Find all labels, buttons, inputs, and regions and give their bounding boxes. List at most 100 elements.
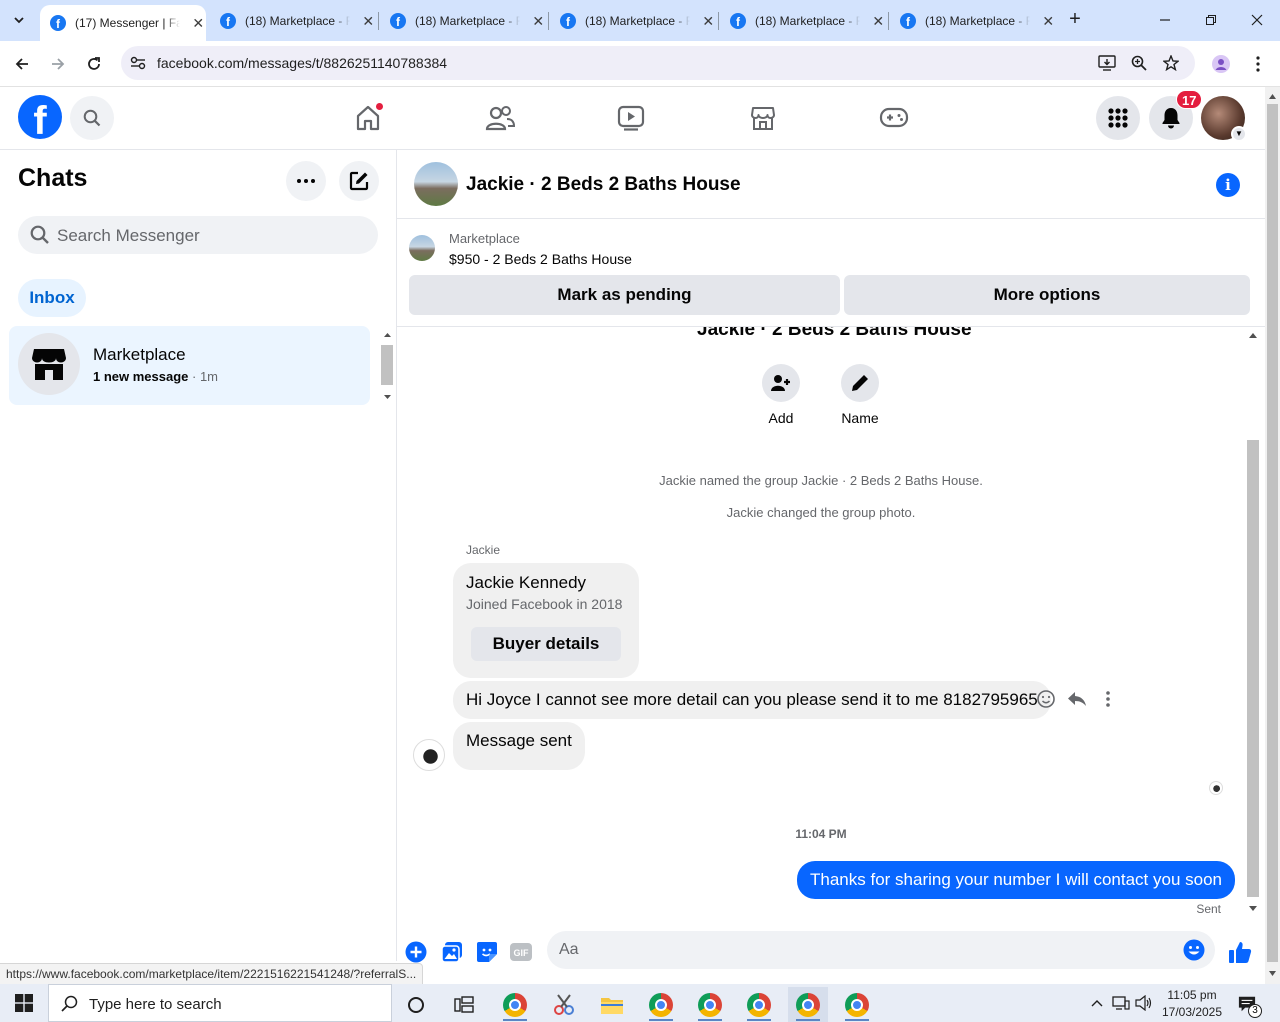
gaming-icon[interactable]: [874, 99, 914, 137]
thumbs-up-like-icon[interactable]: [1227, 939, 1253, 965]
browser-tab[interactable]: f (18) Marketplace - Facebook ✕: [550, 5, 716, 37]
thread-scrollbar[interactable]: [1245, 327, 1261, 918]
browser-menu-icon[interactable]: [1244, 50, 1272, 78]
tab-close-icon[interactable]: ✕: [190, 15, 206, 32]
gif-icon[interactable]: GIF: [510, 941, 532, 963]
sender-name: Jackie: [466, 543, 501, 557]
photo-gallery-icon[interactable]: [441, 941, 463, 963]
search-messenger-input[interactable]: Search Messenger: [18, 216, 378, 254]
chrome-profile-taskbar-icon[interactable]: [788, 987, 828, 1022]
name-label: Name: [841, 410, 879, 426]
listing-title[interactable]: $950 - 2 Beds 2 Baths House: [449, 251, 632, 267]
chrome-profile-taskbar-icon[interactable]: [690, 987, 730, 1022]
site-settings-icon[interactable]: [128, 54, 148, 72]
emoji-icon[interactable]: [1183, 939, 1205, 966]
chrome-profile-taskbar-icon[interactable]: [641, 987, 681, 1022]
notification-count-badge: 3: [1248, 1004, 1262, 1018]
message-thread: Jackie · 2 Beds 2 Baths House Add Name J…: [397, 327, 1265, 914]
reply-arrow-icon[interactable]: [1065, 687, 1089, 711]
chrome-profile-taskbar-icon[interactable]: [837, 987, 877, 1022]
page-scrollbar[interactable]: [1265, 87, 1280, 984]
search-icon[interactable]: [70, 96, 114, 140]
seen-by-avatar: [1209, 781, 1223, 795]
tab-close-icon[interactable]: ✕: [700, 13, 716, 30]
bookmark-star-icon[interactable]: [1161, 54, 1181, 72]
tab-close-icon[interactable]: ✕: [530, 13, 546, 30]
browser-tab[interactable]: f (18) Marketplace - Facebook ✕: [210, 5, 376, 37]
conversation-title[interactable]: Jackie · 2 Beds 2 Baths House: [466, 174, 741, 196]
close-window-icon[interactable]: [1237, 6, 1277, 34]
friends-icon[interactable]: [480, 99, 520, 137]
back-arrow-icon[interactable]: [8, 50, 36, 78]
browser-tab[interactable]: f (18) Marketplace - Facebook ✕: [890, 5, 1056, 37]
home-icon[interactable]: [348, 99, 388, 137]
clock-date[interactable]: 17/03/2025: [1160, 1005, 1224, 1019]
zoom-icon[interactable]: [1129, 54, 1149, 72]
tab-close-icon[interactable]: ✕: [360, 13, 376, 30]
clock-time[interactable]: 11:05 pm: [1160, 988, 1224, 1002]
home-notification-dot: [375, 102, 384, 111]
message-more-vertical-icon[interactable]: [1096, 687, 1120, 711]
menu-grid-icon[interactable]: [1096, 96, 1140, 140]
listing-source-label: Marketplace: [449, 231, 520, 246]
buyer-details-button[interactable]: Buyer details: [471, 627, 621, 661]
sender-avatar[interactable]: [413, 739, 445, 771]
svg-text:GIF: GIF: [514, 948, 530, 958]
restore-icon[interactable]: [1191, 6, 1231, 34]
facebook-top-nav: f: [0, 87, 1265, 150]
chrome-profile-taskbar-icon[interactable]: [739, 987, 779, 1022]
browser-tab[interactable]: f (17) Messenger | Facebook ✕: [40, 5, 206, 41]
incoming-message-bubble[interactable]: Hi Joyce I cannot see more detail can yo…: [453, 681, 1051, 719]
buyer-joined-date: Joined Facebook in 2018: [466, 596, 623, 612]
new-tab-plus-icon[interactable]: +: [1064, 8, 1086, 32]
task-view-icon[interactable]: [444, 987, 484, 1022]
mark-as-pending-button[interactable]: Mark as pending: [409, 275, 840, 315]
cortana-circle-icon[interactable]: [396, 987, 436, 1022]
sticker-icon[interactable]: [476, 941, 498, 963]
react-smiley-icon[interactable]: [1034, 687, 1058, 711]
chats-heading: Chats: [18, 164, 88, 192]
reload-icon[interactable]: [80, 50, 108, 78]
browser-tab[interactable]: f (18) Marketplace - Facebook ✕: [720, 5, 886, 37]
outgoing-message-bubble[interactable]: Thanks for sharing your number I will co…: [797, 861, 1235, 899]
more-options-button[interactable]: More options: [844, 275, 1250, 315]
chat-time: · 1m: [188, 369, 219, 384]
incoming-message-bubble[interactable]: Message sent: [453, 722, 585, 770]
install-app-icon[interactable]: [1097, 54, 1117, 72]
tab-close-icon[interactable]: ✕: [870, 13, 886, 30]
facebook-logo-icon[interactable]: f: [18, 95, 62, 139]
conversation-info-icon[interactable]: i: [1216, 173, 1240, 197]
chat-list-scrollbar[interactable]: [380, 328, 395, 404]
windows-start-icon[interactable]: [0, 984, 48, 1022]
inbox-filter-tab[interactable]: Inbox: [18, 279, 86, 317]
file-explorer-folder-icon[interactable]: [592, 987, 632, 1022]
tab-close-icon[interactable]: ✕: [1040, 13, 1056, 30]
listing-thumbnail[interactable]: [409, 235, 435, 261]
minimize-icon[interactable]: [1145, 6, 1185, 34]
browser-tab[interactable]: f (18) Marketplace - Facebook ✕: [380, 5, 546, 37]
profile-icon[interactable]: [1207, 50, 1235, 78]
add-people-action[interactable]: Add: [751, 364, 811, 426]
plus-circle-icon[interactable]: [405, 941, 427, 963]
network-icon[interactable]: [1112, 994, 1130, 1012]
forward-arrow-icon[interactable]: [44, 50, 72, 78]
message-input[interactable]: Aa: [547, 931, 1215, 969]
more-options-ellipsis-icon[interactable]: [286, 161, 326, 201]
tab-title: (18) Marketplace - Facebook: [245, 14, 351, 28]
taskbar-search-input[interactable]: Type here to search: [48, 984, 392, 1022]
name-group-action[interactable]: Name: [830, 364, 890, 426]
snipping-tool-icon[interactable]: [544, 987, 584, 1022]
video-icon[interactable]: [611, 99, 651, 137]
account-chevron-down-icon[interactable]: ▼: [1231, 126, 1247, 142]
address-bar[interactable]: facebook.com/messages/t/8826251140788384: [121, 46, 1195, 80]
chrome-taskbar-icon[interactable]: [495, 987, 535, 1022]
new-message-compose-icon[interactable]: [339, 161, 379, 201]
speaker-volume-icon[interactable]: [1135, 994, 1153, 1012]
marketplace-icon[interactable]: [743, 99, 783, 137]
browser-tab-strip: f (17) Messenger | Facebook ✕ f (18) Mar…: [0, 0, 1280, 41]
tab-search-chevron-icon[interactable]: [6, 8, 32, 32]
chrome-icon: [747, 992, 771, 1017]
show-hidden-icons-chevron-icon[interactable]: [1088, 994, 1106, 1012]
chat-list-item[interactable]: Marketplace 1 new message · 1m: [9, 326, 370, 405]
group-photo-avatar[interactable]: [414, 162, 458, 206]
